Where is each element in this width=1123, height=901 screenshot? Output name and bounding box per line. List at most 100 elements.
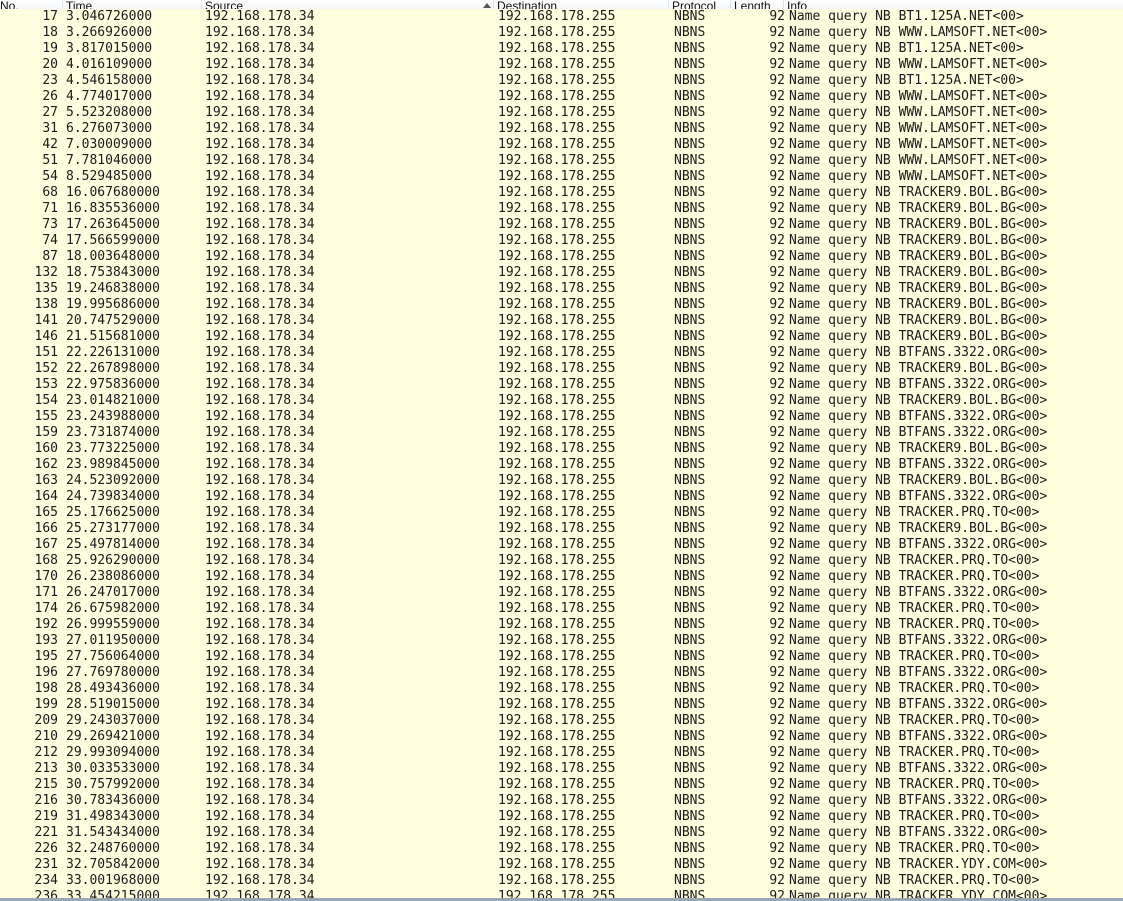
- packet-row[interactable]: 154 23.014821000 192.168.178.34 192.168.178…: [0, 393, 1123, 409]
- packet-row[interactable]: 212 29.993094000 192.168.178.34 192.168.178…: [0, 745, 1123, 761]
- packet-row[interactable]: 215 30.757992000 192.168.178.34 192.168.178…: [0, 777, 1123, 793]
- packet-length: 92: [769, 297, 785, 312]
- packet-row[interactable]: 42 7.030009000 192.168.178.34 192.168.178.2…: [0, 137, 1123, 153]
- packet-protocol: NBNS: [674, 633, 706, 648]
- packet-protocol: NBNS: [674, 713, 706, 728]
- packet-row[interactable]: 162 23.989845000 192.168.178.34 192.168.178…: [0, 457, 1123, 473]
- packet-destination: 192.168.178.255: [498, 153, 616, 168]
- packet-info: Name query NB WWW.LAMSOFT.NET<00>: [789, 153, 1048, 168]
- packet-row[interactable]: 20 4.016109000 192.168.178.34 192.168.178.2…: [0, 57, 1123, 73]
- packet-protocol: NBNS: [674, 73, 706, 88]
- packet-destination: 192.168.178.255: [498, 809, 616, 824]
- packet-info: Name query NB BTFANS.3322.ORG<00>: [789, 425, 1048, 440]
- packet-row[interactable]: 151 22.226131000 192.168.178.34 192.168.178…: [0, 345, 1123, 361]
- packet-info: Name query NB TRACKER9.BOL.BG<00>: [789, 265, 1048, 280]
- packet-destination: 192.168.178.255: [498, 425, 616, 440]
- packet-row[interactable]: 19 3.817015000 192.168.178.34 192.168.178.2…: [0, 41, 1123, 57]
- packet-source: 192.168.178.34: [205, 873, 315, 888]
- packet-info: Name query NB WWW.LAMSOFT.NET<00>: [789, 89, 1048, 104]
- packet-destination: 192.168.178.255: [498, 25, 616, 40]
- packet-destination: 192.168.178.255: [498, 329, 616, 344]
- packet-length: 92: [769, 25, 785, 40]
- packet-row[interactable]: 234 33.001968000 192.168.178.34 192.168.178…: [0, 873, 1123, 889]
- packet-row[interactable]: 174 26.675982000 192.168.178.34 192.168.178…: [0, 601, 1123, 617]
- packet-row[interactable]: 152 22.267898000 192.168.178.34 192.168.178…: [0, 361, 1123, 377]
- packet-row[interactable]: 209 29.243037000 192.168.178.34 192.168.178…: [0, 713, 1123, 729]
- packet-info: Name query NB TRACKER.PRQ.TO<00>: [789, 617, 1040, 632]
- packet-list[interactable]: 17 3.046726000 192.168.178.34 192.168.178.2…: [0, 9, 1123, 899]
- packet-time: 25.926290000: [66, 553, 160, 568]
- packet-row[interactable]: 31 6.276073000 192.168.178.34 192.168.178.2…: [0, 121, 1123, 137]
- packet-row[interactable]: 87 18.003648000 192.168.178.34 192.168.178.…: [0, 249, 1123, 265]
- packet-row[interactable]: 167 25.497814000 192.168.178.34 192.168.178…: [0, 537, 1123, 553]
- packet-destination: 192.168.178.255: [498, 313, 616, 328]
- packet-row[interactable]: 159 23.731874000 192.168.178.34 192.168.178…: [0, 425, 1123, 441]
- packet-row[interactable]: 170 26.238086000 192.168.178.34 192.168.178…: [0, 569, 1123, 585]
- packet-row[interactable]: 213 30.033533000 192.168.178.34 192.168.178…: [0, 761, 1123, 777]
- packet-row[interactable]: 199 28.519015000 192.168.178.34 192.168.178…: [0, 697, 1123, 713]
- packet-row[interactable]: 141 20.747529000 192.168.178.34 192.168.178…: [0, 313, 1123, 329]
- packet-row[interactable]: 146 21.515681000 192.168.178.34 192.168.178…: [0, 329, 1123, 345]
- packet-row[interactable]: 192 26.999559000 192.168.178.34 192.168.178…: [0, 617, 1123, 633]
- packet-length: 92: [769, 841, 785, 856]
- packet-length: 92: [769, 73, 785, 88]
- packet-source: 192.168.178.34: [205, 617, 315, 632]
- packet-row[interactable]: 221 31.543434000 192.168.178.34 192.168.178…: [0, 825, 1123, 841]
- packet-destination: 192.168.178.255: [498, 361, 616, 376]
- packet-row[interactable]: 155 23.243988000 192.168.178.34 192.168.178…: [0, 409, 1123, 425]
- packet-row[interactable]: 138 19.995686000 192.168.178.34 192.168.178…: [0, 297, 1123, 313]
- packet-row[interactable]: 193 27.011950000 192.168.178.34 192.168.178…: [0, 633, 1123, 649]
- packet-row[interactable]: 219 31.498343000 192.168.178.34 192.168.178…: [0, 809, 1123, 825]
- packet-row[interactable]: 18 3.266926000 192.168.178.34 192.168.178.2…: [0, 25, 1123, 41]
- packet-row[interactable]: 68 16.067680000 192.168.178.34 192.168.178.…: [0, 185, 1123, 201]
- packet-source: 192.168.178.34: [205, 841, 315, 856]
- packet-row[interactable]: 71 16.835536000 192.168.178.34 192.168.178.…: [0, 201, 1123, 217]
- packet-row[interactable]: 51 7.781046000 192.168.178.34 192.168.178.2…: [0, 153, 1123, 169]
- packet-row[interactable]: 195 27.756064000 192.168.178.34 192.168.178…: [0, 649, 1123, 665]
- packet-row[interactable]: 26 4.774017000 192.168.178.34 192.168.178.2…: [0, 89, 1123, 105]
- packet-source: 192.168.178.34: [205, 329, 315, 344]
- packet-length: 92: [769, 553, 785, 568]
- packet-row[interactable]: 135 19.246838000 192.168.178.34 192.168.178…: [0, 281, 1123, 297]
- packet-row[interactable]: 165 25.176625000 192.168.178.34 192.168.178…: [0, 505, 1123, 521]
- packet-length: 92: [769, 617, 785, 632]
- packet-row[interactable]: 23 4.546158000 192.168.178.34 192.168.178.2…: [0, 73, 1123, 89]
- packet-length: 92: [769, 377, 785, 392]
- packet-number: 196: [34, 665, 58, 680]
- packet-time: 7.781046000: [66, 153, 153, 168]
- packet-row[interactable]: 196 27.769780000 192.168.178.34 192.168.178…: [0, 665, 1123, 681]
- packet-time: 3.817015000: [66, 41, 153, 56]
- packet-row[interactable]: 171 26.247017000 192.168.178.34 192.168.178…: [0, 585, 1123, 601]
- packet-info: Name query NB TRACKER.PRQ.TO<00>: [789, 713, 1040, 728]
- packet-row[interactable]: 226 32.248760000 192.168.178.34 192.168.178…: [0, 841, 1123, 857]
- packet-protocol: NBNS: [674, 537, 706, 552]
- packet-row[interactable]: 231 32.705842000 192.168.178.34 192.168.178…: [0, 857, 1123, 873]
- packet-number: 23: [42, 73, 58, 88]
- packet-info: Name query NB TRACKER9.BOL.BG<00>: [789, 521, 1048, 536]
- packet-row[interactable]: 54 8.529485000 192.168.178.34 192.168.178.2…: [0, 169, 1123, 185]
- packet-row[interactable]: 166 25.273177000 192.168.178.34 192.168.178…: [0, 521, 1123, 537]
- packet-row[interactable]: 216 30.783436000 192.168.178.34 192.168.178…: [0, 793, 1123, 809]
- packet-row[interactable]: 74 17.566599000 192.168.178.34 192.168.178.…: [0, 233, 1123, 249]
- packet-number: 171: [34, 585, 58, 600]
- packet-info: Name query NB TRACKER.PRQ.TO<00>: [789, 841, 1040, 856]
- packet-row[interactable]: 27 5.523208000 192.168.178.34 192.168.178.2…: [0, 105, 1123, 121]
- packet-row[interactable]: 163 24.523092000 192.168.178.34 192.168.178…: [0, 473, 1123, 489]
- packet-length: 92: [769, 761, 785, 776]
- packet-row[interactable]: 210 29.269421000 192.168.178.34 192.168.178…: [0, 729, 1123, 745]
- packet-row[interactable]: 160 23.773225000 192.168.178.34 192.168.178…: [0, 441, 1123, 457]
- packet-number: 68: [42, 185, 58, 200]
- packet-row[interactable]: 168 25.926290000 192.168.178.34 192.168.178…: [0, 553, 1123, 569]
- packet-number: 164: [34, 489, 58, 504]
- packet-length: 92: [769, 649, 785, 664]
- packet-row[interactable]: 164 24.739834000 192.168.178.34 192.168.178…: [0, 489, 1123, 505]
- packet-time: 26.675982000: [66, 601, 160, 616]
- packet-row[interactable]: 153 22.975836000 192.168.178.34 192.168.178…: [0, 377, 1123, 393]
- packet-row[interactable]: 73 17.263645000 192.168.178.34 192.168.178.…: [0, 217, 1123, 233]
- packet-destination: 192.168.178.255: [498, 745, 616, 760]
- packet-row[interactable]: 132 18.753843000 192.168.178.34 192.168.178…: [0, 265, 1123, 281]
- packet-source: 192.168.178.34: [205, 121, 315, 136]
- packet-row[interactable]: 198 28.493436000 192.168.178.34 192.168.178…: [0, 681, 1123, 697]
- packet-row[interactable]: 17 3.046726000 192.168.178.34 192.168.178.2…: [0, 9, 1123, 25]
- packet-source: 192.168.178.34: [205, 73, 315, 88]
